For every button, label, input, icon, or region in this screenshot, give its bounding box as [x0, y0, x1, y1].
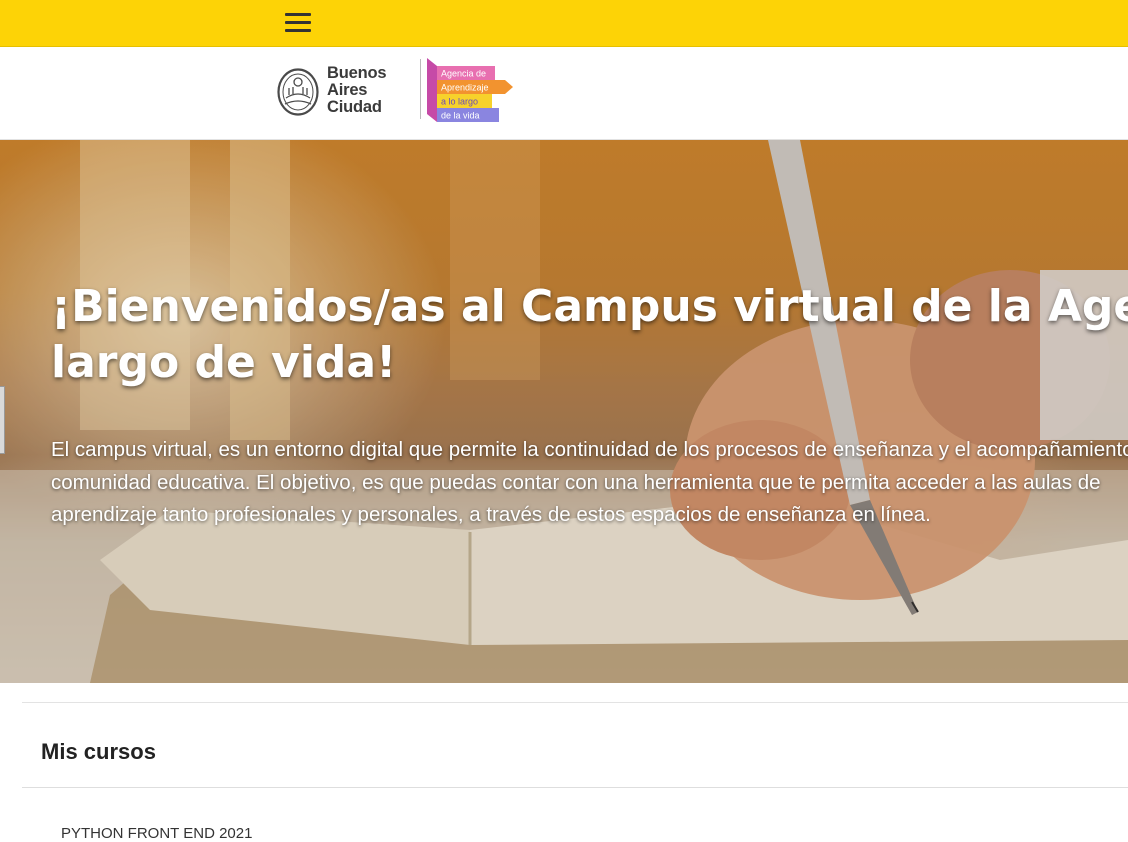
- agencia-logo-line: Agencia de: [441, 69, 486, 79]
- section-divider: [22, 787, 1128, 788]
- hero-title: ¡Bienvenidos/as al Campus virtual de la …: [51, 279, 1128, 391]
- my-courses-section: Mis cursos PYTHON FRONT END 2021: [22, 702, 1128, 842]
- hero-description-line: aprendizaje tanto profesionales y person…: [51, 503, 931, 526]
- hero-description-line: El campus virtual, es un entorno digital…: [51, 438, 1128, 461]
- hamburger-menu-icon[interactable]: [283, 10, 313, 36]
- hero-description: El campus virtual, es un entorno digital…: [51, 434, 1128, 532]
- agencia-logo-line: de la vida: [441, 111, 480, 121]
- agencia-logo-line: a lo largo: [441, 97, 478, 107]
- city-seal-icon: [277, 68, 319, 116]
- side-drawer-handle[interactable]: [0, 386, 5, 454]
- hero-title-line: ¡Bienvenidos/as al Campus virtual de la …: [51, 281, 1128, 332]
- hero-banner: ¡Bienvenidos/as al Campus virtual de la …: [0, 140, 1128, 683]
- agencia-aprendizaje-logo[interactable]: Agencia de Aprendizaje a lo largo de la …: [425, 56, 517, 124]
- agencia-logo-line: Aprendizaje: [441, 83, 489, 93]
- hero-title-line: largo de vida!: [51, 337, 397, 388]
- ciudad-logo-text: Buenos Aires Ciudad: [327, 64, 387, 116]
- my-courses-title: Mis cursos: [41, 739, 156, 764]
- hero-overlay: [0, 140, 1128, 683]
- logo-bar: Buenos Aires Ciudad Agencia de Aprendiza…: [0, 47, 1128, 140]
- course-link[interactable]: PYTHON FRONT END 2021: [61, 825, 252, 842]
- top-bar: [0, 0, 1128, 47]
- ciudad-logo-line: Aires: [327, 81, 368, 99]
- ciudad-logo-line: Buenos: [327, 64, 387, 82]
- logo-divider: [420, 59, 421, 119]
- buenos-aires-ciudad-logo[interactable]: Buenos Aires Ciudad: [277, 65, 397, 121]
- hero-description-line: comunidad educativa. El objetivo, es que…: [51, 470, 1101, 494]
- ciudad-logo-line: Ciudad: [327, 98, 382, 116]
